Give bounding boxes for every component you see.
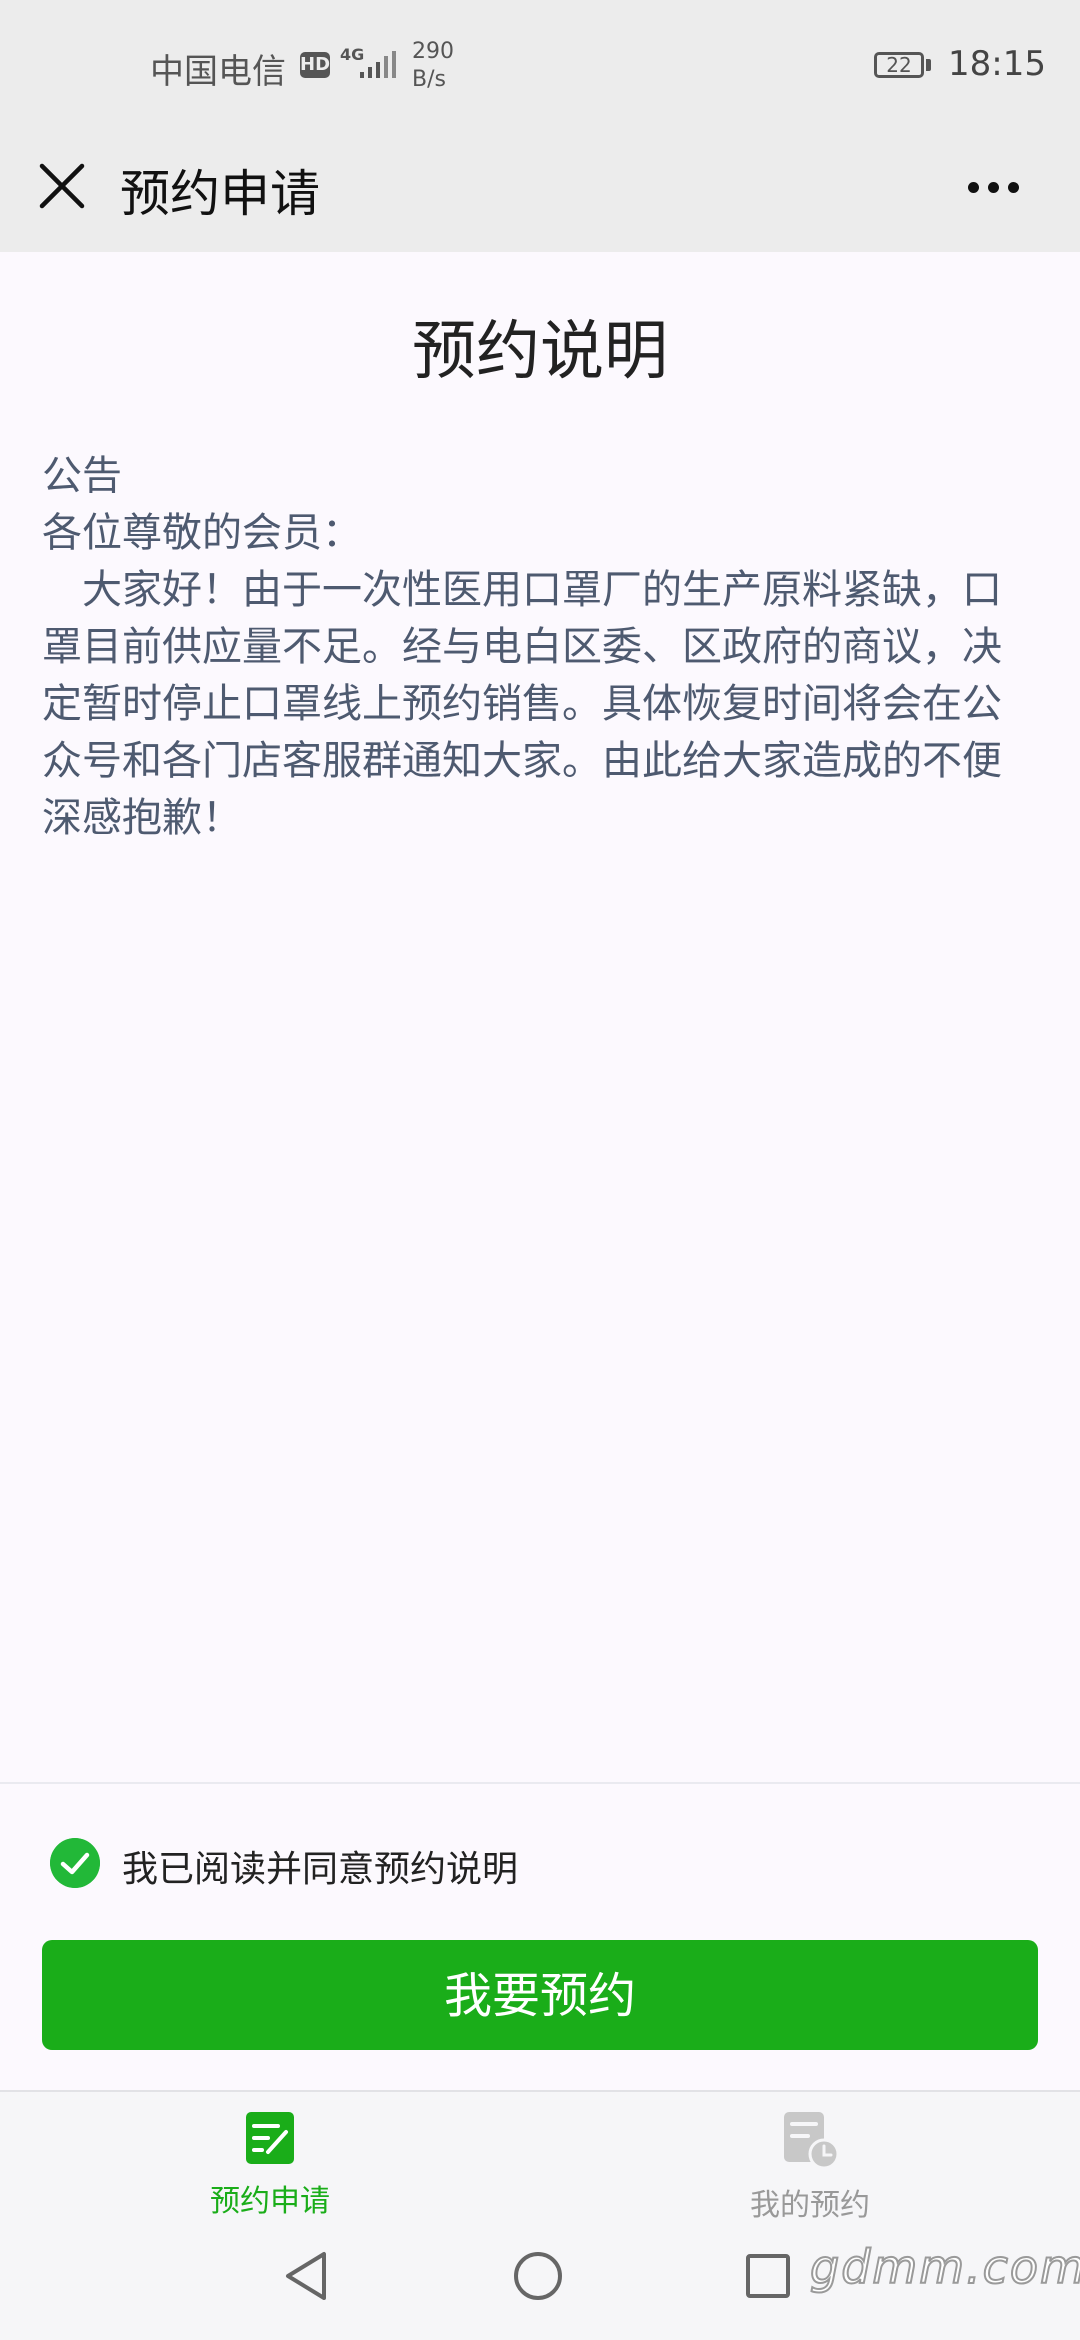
- battery-icon: 22: [874, 52, 924, 78]
- battery-level: 22: [886, 53, 912, 77]
- network-speed: 290 B/s: [412, 38, 454, 94]
- close-icon[interactable]: [34, 158, 90, 214]
- more-icon[interactable]: [964, 168, 1024, 208]
- check-icon[interactable]: [50, 1838, 100, 1888]
- doc-clock-icon: [784, 2112, 840, 2170]
- system-nav-bar: gdmm.com: [0, 2220, 1080, 2340]
- speed-unit: B/s: [412, 67, 446, 92]
- clock: 18:15: [948, 44, 1046, 84]
- tab-apply[interactable]: 预约申请: [150, 2110, 390, 2220]
- notice-text: 公告 各位尊敬的会员： 大家好！由于一次性医用口罩厂的生产原料紧缺，口罩目前供应…: [42, 448, 1022, 847]
- section-title: 预约说明: [412, 315, 668, 389]
- page-title: 预约申请: [120, 165, 320, 223]
- tab-bar: 预约申请 我的预约: [0, 2090, 1080, 2224]
- notice-salutation: 各位尊敬的会员：: [42, 510, 362, 556]
- watermark: gdmm.com: [809, 2239, 1080, 2295]
- tab-my-bookings[interactable]: 我的预约: [690, 2110, 930, 2224]
- more-dot: [968, 182, 979, 193]
- battery-tip: [926, 59, 931, 71]
- edit-doc-icon: [246, 2112, 294, 2164]
- app-header: 预约申请: [0, 130, 1080, 252]
- signal-icon: [360, 51, 396, 78]
- more-dot: [1008, 182, 1019, 193]
- recent-apps-icon[interactable]: [746, 2254, 790, 2298]
- home-icon[interactable]: [514, 2252, 562, 2300]
- notice-heading: 公告: [42, 453, 122, 499]
- tab-my-bookings-label: 我的预约: [750, 2188, 870, 2223]
- back-icon[interactable]: [282, 2250, 332, 2302]
- carrier-name: 中国电信: [150, 52, 286, 92]
- speed-value: 290: [412, 39, 454, 64]
- tab-apply-label: 预约申请: [210, 2184, 330, 2219]
- more-dot: [988, 182, 999, 193]
- divider: [0, 1782, 1080, 1784]
- notice-body: 大家好！由于一次性医用口罩厂的生产原料紧缺，口罩目前供应量不足。经与电白区委、区…: [42, 567, 1002, 841]
- agreement-label[interactable]: 我已阅读并同意预约说明: [122, 1840, 518, 1892]
- status-bar: 中国电信 HD 4G 290 B/s 22 18:15: [0, 0, 1080, 130]
- hd-badge: HD: [300, 52, 330, 78]
- book-button[interactable]: 我要预约: [42, 1940, 1038, 2050]
